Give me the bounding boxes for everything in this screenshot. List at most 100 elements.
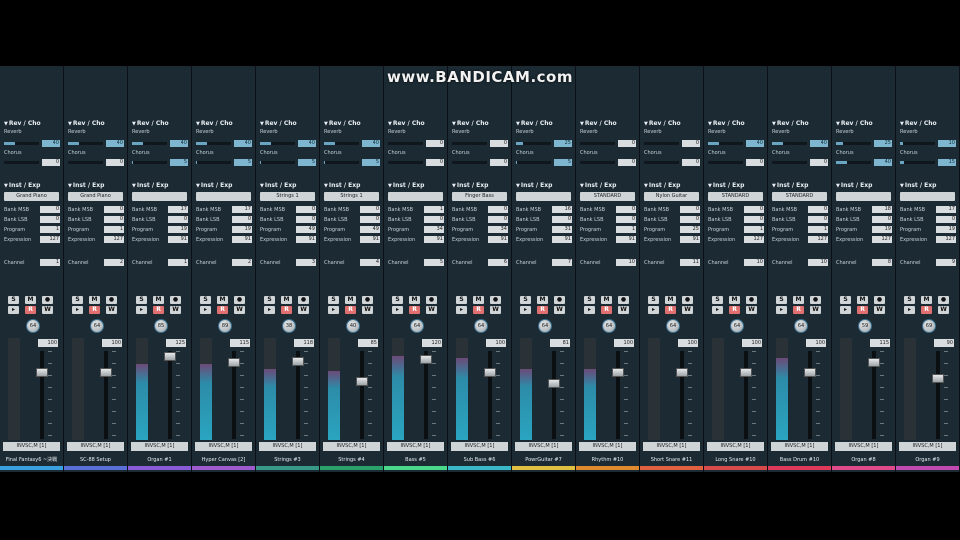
monitor-button[interactable]: ● — [362, 296, 373, 304]
read-button[interactable]: R — [153, 306, 164, 314]
bank-lsb-value[interactable]: 0 — [744, 216, 764, 223]
track-name[interactable]: PowrGuitar #7 — [512, 455, 575, 465]
bank-lsb-value[interactable]: 0 — [488, 216, 508, 223]
bank-lsb-value[interactable]: 0 — [424, 216, 444, 223]
read-button[interactable]: R — [345, 306, 356, 314]
reverb-slider[interactable] — [772, 142, 807, 145]
reverb-value[interactable]: 40 — [810, 140, 828, 147]
collapse-triangle-icon[interactable]: ▼ — [260, 183, 264, 189]
bank-lsb-value[interactable]: 0 — [168, 216, 188, 223]
edit-button[interactable]: ▸ — [520, 306, 531, 314]
channel-value[interactable]: 9 — [936, 259, 956, 266]
monitor-button[interactable]: ● — [42, 296, 53, 304]
mute-button[interactable]: M — [665, 296, 676, 304]
bank-msb-value[interactable]: 18 — [872, 206, 892, 213]
collapse-triangle-icon[interactable]: ▼ — [324, 183, 328, 189]
instrument-preset-button[interactable] — [196, 192, 251, 201]
reverb-slider[interactable] — [452, 142, 487, 145]
chorus-slider[interactable] — [388, 161, 423, 164]
program-value[interactable]: 19 — [168, 226, 188, 233]
rev-cho-section-header[interactable]: ▼Rev / Cho — [68, 120, 105, 127]
read-button[interactable]: R — [473, 306, 484, 314]
volume-fader-handle[interactable] — [164, 352, 176, 361]
pan-knob[interactable]: 59 — [858, 319, 872, 333]
solo-button[interactable]: S — [72, 296, 83, 304]
mute-button[interactable]: M — [217, 296, 228, 304]
edit-button[interactable]: ▸ — [840, 306, 851, 314]
monitor-button[interactable]: ● — [106, 296, 117, 304]
chorus-value[interactable]: 0 — [746, 159, 764, 166]
read-button[interactable]: R — [25, 306, 36, 314]
inst-exp-section-header[interactable]: ▼Inst / Exp — [452, 182, 488, 189]
volume-value[interactable]: 115 — [870, 339, 890, 347]
write-button[interactable]: W — [938, 306, 949, 314]
monitor-button[interactable]: ● — [426, 296, 437, 304]
mute-button[interactable]: M — [153, 296, 164, 304]
bank-lsb-value[interactable]: 0 — [104, 216, 124, 223]
solo-button[interactable]: S — [840, 296, 851, 304]
inst-exp-section-header[interactable]: ▼Inst / Exp — [260, 182, 296, 189]
instrument-preset-button[interactable]: STANDARD — [772, 192, 827, 201]
collapse-triangle-icon[interactable]: ▼ — [580, 121, 584, 127]
collapse-triangle-icon[interactable]: ▼ — [836, 121, 840, 127]
chorus-value[interactable]: 0 — [810, 159, 828, 166]
expression-value[interactable]: 91 — [552, 236, 572, 243]
reverb-slider[interactable] — [388, 142, 423, 145]
track-name[interactable]: Strings #4 — [320, 455, 383, 465]
bank-msb-value[interactable]: 0 — [488, 206, 508, 213]
output-port-button[interactable]: INVSC,M [1] — [259, 442, 316, 451]
bank-lsb-value[interactable]: 0 — [616, 216, 636, 223]
pan-knob[interactable]: 38 — [282, 319, 296, 333]
rev-cho-section-header[interactable]: ▼Rev / Cho — [644, 120, 681, 127]
volume-fader-track[interactable] — [168, 351, 172, 439]
bank-msb-value[interactable]: 0 — [104, 206, 124, 213]
track-name[interactable]: Organ #9 — [896, 455, 959, 465]
output-port-button[interactable]: INVSC,M [1] — [451, 442, 508, 451]
read-button[interactable]: R — [921, 306, 932, 314]
instrument-preset-button[interactable]: Strings 1 — [324, 192, 379, 201]
edit-button[interactable]: ▸ — [8, 306, 19, 314]
volume-value[interactable]: 100 — [614, 339, 634, 347]
write-button[interactable]: W — [682, 306, 693, 314]
volume-fader-handle[interactable] — [420, 355, 432, 364]
edit-button[interactable]: ▸ — [328, 306, 339, 314]
output-port-button[interactable]: INVSC,M [1] — [899, 442, 956, 451]
read-button[interactable]: R — [537, 306, 548, 314]
inst-exp-section-header[interactable]: ▼Inst / Exp — [196, 182, 232, 189]
write-button[interactable]: W — [362, 306, 373, 314]
channel-value[interactable]: 1 — [40, 259, 60, 266]
program-value[interactable]: 19 — [232, 226, 252, 233]
chorus-slider[interactable] — [708, 161, 743, 164]
write-button[interactable]: W — [746, 306, 757, 314]
instrument-preset-button[interactable] — [132, 192, 187, 201]
program-value[interactable]: 1 — [616, 226, 636, 233]
rev-cho-section-header[interactable]: ▼Rev / Cho — [4, 120, 41, 127]
reverb-value[interactable]: 40 — [42, 140, 60, 147]
collapse-triangle-icon[interactable]: ▼ — [260, 121, 264, 127]
write-button[interactable]: W — [618, 306, 629, 314]
channel-value[interactable]: 2 — [232, 259, 252, 266]
instrument-preset-button[interactable]: Grand Piano — [4, 192, 59, 201]
volume-value[interactable]: 100 — [678, 339, 698, 347]
inst-exp-section-header[interactable]: ▼Inst / Exp — [516, 182, 552, 189]
expression-value[interactable]: 91 — [360, 236, 380, 243]
collapse-triangle-icon[interactable]: ▼ — [900, 121, 904, 127]
mute-button[interactable]: M — [409, 296, 420, 304]
reverb-value[interactable]: 0 — [490, 140, 508, 147]
program-value[interactable]: 1 — [40, 226, 60, 233]
volume-value[interactable]: 100 — [102, 339, 122, 347]
expression-value[interactable]: 91 — [488, 236, 508, 243]
instrument-preset-button[interactable] — [836, 192, 891, 201]
bank-lsb-value[interactable]: 0 — [872, 216, 892, 223]
channel-value[interactable]: 10 — [616, 259, 636, 266]
chorus-slider[interactable] — [772, 161, 807, 164]
reverb-value[interactable]: 40 — [746, 140, 764, 147]
monitor-button[interactable]: ● — [874, 296, 885, 304]
rev-cho-section-header[interactable]: ▼Rev / Cho — [580, 120, 617, 127]
volume-fader-handle[interactable] — [100, 368, 112, 377]
rev-cho-section-header[interactable]: ▼Rev / Cho — [708, 120, 745, 127]
inst-exp-section-header[interactable]: ▼Inst / Exp — [4, 182, 40, 189]
inst-exp-section-header[interactable]: ▼Inst / Exp — [836, 182, 872, 189]
edit-button[interactable]: ▸ — [136, 306, 147, 314]
channel-value[interactable]: 8 — [872, 259, 892, 266]
